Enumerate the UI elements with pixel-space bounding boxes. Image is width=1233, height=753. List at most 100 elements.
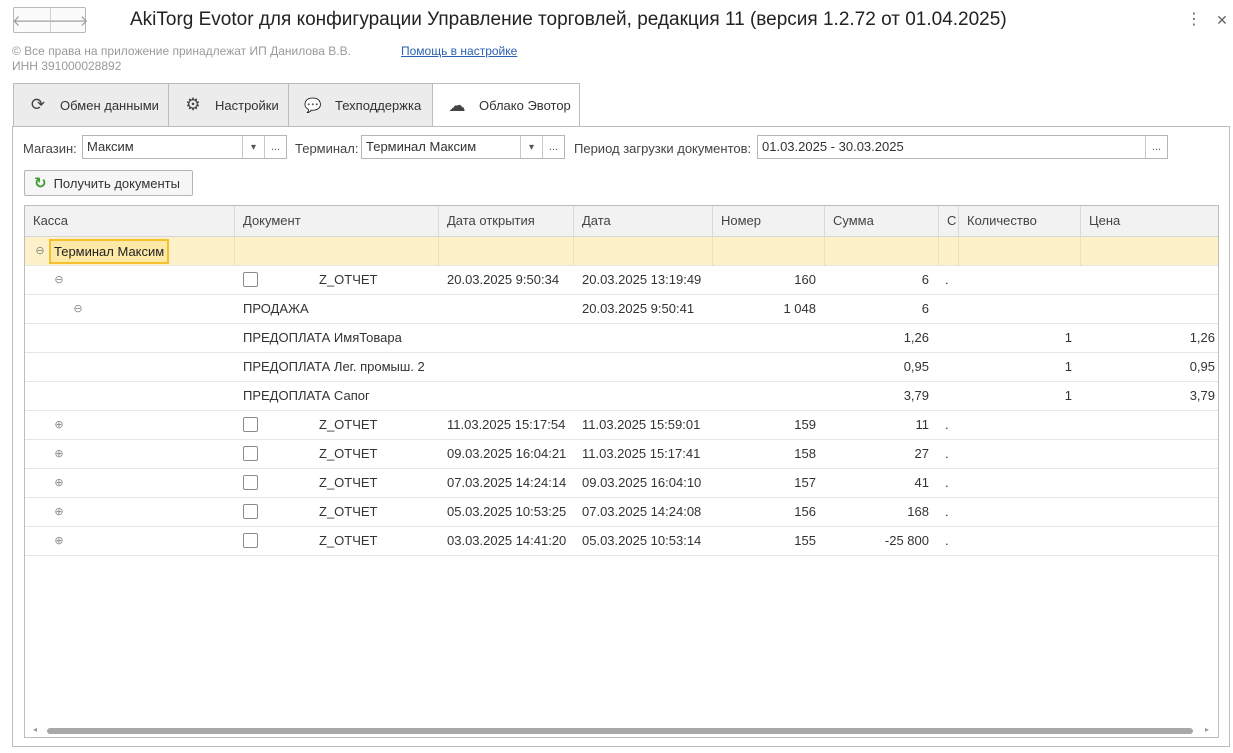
- cell-s: .: [945, 446, 949, 461]
- cell-date: 09.03.2025 16:04:10: [582, 475, 702, 490]
- terminal-open-button[interactable]: ...: [542, 136, 564, 158]
- table-row[interactable]: ⊕ Z_ОТЧЕТ 09.03.2025 16:04:21 11.03.2025 15…: [25, 440, 1218, 469]
- column-header-number[interactable]: Номер: [713, 206, 825, 237]
- column-header-kassa[interactable]: Касса: [25, 206, 235, 237]
- arrow-left-icon: 🡐: [11, 12, 53, 30]
- cell-document: Z_ОТЧЕТ: [319, 475, 378, 490]
- column-header-price[interactable]: Цена: [1081, 206, 1218, 237]
- table-row[interactable]: ⊕ Z_ОТЧЕТ 11.03.2025 15:17:54 11.03.2025 15…: [25, 411, 1218, 440]
- cell-price: 0,95: [1189, 359, 1215, 374]
- cloud-icon: ☁: [448, 95, 466, 115]
- cell-s: .: [945, 504, 949, 519]
- cell-quantity: 1: [1064, 359, 1072, 374]
- cell-open-date: 05.03.2025 10:53:25: [447, 504, 567, 519]
- store-select[interactable]: Максим ▾ ...: [82, 135, 287, 159]
- cell-open-date: 07.03.2025 14:24:14: [447, 475, 567, 490]
- cell-sum: 3,79: [903, 388, 929, 403]
- documents-table[interactable]: Касса Документ Дата открытия Дата Номер …: [24, 205, 1219, 738]
- period-value: 01.03.2025 - 30.03.2025: [762, 139, 904, 154]
- row-checkbox[interactable]: [243, 504, 258, 519]
- tab-data-exchange[interactable]: ⟳ Обмен данными: [13, 83, 169, 126]
- get-documents-label: Получить документы: [53, 175, 180, 191]
- row-checkbox[interactable]: [243, 446, 258, 461]
- table-row[interactable]: ⊖ ПРОДАЖА 20.03.2025 9:50:41 1 048 6: [25, 295, 1218, 324]
- column-header-date[interactable]: Дата: [574, 206, 713, 237]
- cell-open-date: 09.03.2025 16:04:21: [447, 446, 567, 461]
- cell-date: 20.03.2025 13:19:49: [582, 272, 702, 287]
- expand-icon[interactable]: ⊕: [53, 469, 65, 497]
- navigation-buttons: 🡐 🡒: [11, 7, 89, 33]
- close-icon[interactable]: ✕: [1214, 10, 1230, 30]
- cell-price: 3,79: [1189, 388, 1215, 403]
- get-documents-button[interactable]: ↻ Получить документы: [24, 170, 193, 196]
- tab-label: Техподдержка: [335, 97, 422, 113]
- chat-icon: 💬: [304, 96, 322, 113]
- table-row[interactable]: ⊕ Z_ОТЧЕТ 05.03.2025 10:53:25 07.03.2025 14…: [25, 498, 1218, 527]
- tab-support[interactable]: 💬 Техподдержка: [288, 83, 433, 126]
- cell-document: ПРЕДОПЛАТА Лег. промыш. 2: [243, 359, 425, 374]
- collapse-icon[interactable]: ⊖: [72, 295, 84, 323]
- row-checkbox[interactable]: [243, 475, 258, 490]
- scrollbar-thumb[interactable]: [47, 728, 1193, 734]
- scroll-right-icon[interactable]: ▸: [1205, 724, 1209, 736]
- table-row[interactable]: ⊖ Z_ОТЧЕТ 20.03.2025 9:50:34 20.03.2025 13:…: [25, 266, 1218, 295]
- chevron-down-icon[interactable]: ▾: [242, 136, 264, 158]
- column-header-document[interactable]: Документ: [235, 206, 439, 237]
- cell-s: .: [945, 475, 949, 490]
- tab-label: Облако Эвотор: [479, 98, 571, 113]
- table-row[interactable]: ПРЕДОПЛАТА Лег. промыш. 2 0,95 1 0,95: [25, 353, 1218, 382]
- column-header-sum[interactable]: Сумма: [825, 206, 939, 237]
- tab-label: Настройки: [215, 97, 279, 113]
- expand-icon[interactable]: ⊕: [53, 411, 65, 439]
- cell-date: 20.03.2025 9:50:41: [582, 301, 695, 316]
- cell-sum: 27: [914, 446, 929, 461]
- expand-icon[interactable]: ⊕: [53, 527, 65, 555]
- cell-date: 07.03.2025 14:24:08: [582, 504, 702, 519]
- cell-number: 158: [794, 446, 816, 461]
- table-row[interactable]: ПРЕДОПЛАТА Сапог 3,79 1 3,79: [25, 382, 1218, 411]
- table-row[interactable]: ⊕ Z_ОТЧЕТ 03.03.2025 14:41:20 05.03.2025 10…: [25, 527, 1218, 556]
- cell-open-date: 11.03.2025 15:17:54: [447, 417, 566, 432]
- table-row[interactable]: ПРЕДОПЛАТА ИмяТовара 1,26 1 1,26: [25, 324, 1218, 353]
- cell-number: 155: [794, 533, 816, 548]
- expand-icon[interactable]: ⊕: [53, 498, 65, 526]
- forward-button[interactable]: 🡒: [48, 8, 89, 32]
- terminal-select[interactable]: Терминал Максим ▾ ...: [361, 135, 565, 159]
- cell-number: 160: [794, 272, 816, 287]
- back-button[interactable]: 🡐: [11, 8, 53, 32]
- cell-sum: 6: [921, 272, 929, 287]
- column-header-s[interactable]: С: [939, 206, 959, 237]
- cell-sum: 0,95: [903, 359, 929, 374]
- arrow-right-icon: 🡒: [48, 12, 89, 30]
- period-field[interactable]: 01.03.2025 - 30.03.2025 ...: [757, 135, 1168, 159]
- column-header-quantity[interactable]: Количество: [959, 206, 1081, 237]
- cell-sum: 11: [915, 417, 930, 432]
- cell-document: Z_ОТЧЕТ: [319, 417, 378, 432]
- column-header-open-date[interactable]: Дата открытия: [439, 206, 574, 237]
- title-bar: 🡐 🡒 AkiTorg Evotor для конфигурации Упра…: [0, 0, 1233, 40]
- help-link[interactable]: Помощь в настройке: [401, 44, 517, 59]
- table-row[interactable]: ⊕ Z_ОТЧЕТ 07.03.2025 14:24:14 09.03.2025 16…: [25, 469, 1218, 498]
- horizontal-scrollbar[interactable]: ◂ ▸: [25, 723, 1218, 737]
- cell-number: 157: [794, 475, 816, 490]
- period-select-button[interactable]: ...: [1145, 136, 1167, 158]
- row-checkbox[interactable]: [243, 533, 258, 548]
- expand-icon[interactable]: ⊕: [53, 440, 65, 468]
- tab-evotor-cloud[interactable]: ☁ Облако Эвотор: [432, 83, 580, 127]
- cell-s: .: [945, 272, 949, 287]
- cell-number: 156: [794, 504, 816, 519]
- scroll-left-icon[interactable]: ◂: [33, 724, 37, 736]
- collapse-icon[interactable]: ⊖: [53, 266, 65, 294]
- terminal-label: Терминал:: [295, 141, 359, 156]
- more-menu-icon[interactable]: ⋮: [1186, 10, 1202, 30]
- row-checkbox[interactable]: [243, 272, 258, 287]
- inn-text: ИНН 391000028892: [12, 59, 122, 73]
- refresh-icon: ↻: [34, 175, 47, 192]
- store-open-button[interactable]: ...: [264, 136, 286, 158]
- tab-settings[interactable]: ⚙ Настройки: [168, 83, 289, 126]
- cell-document: Z_ОТЧЕТ: [319, 272, 378, 287]
- chevron-down-icon[interactable]: ▾: [520, 136, 542, 158]
- cell-document: Z_ОТЧЕТ: [319, 533, 378, 548]
- table-row-group[interactable]: ⊖ Терминал Максим: [25, 237, 1218, 266]
- row-checkbox[interactable]: [243, 417, 258, 432]
